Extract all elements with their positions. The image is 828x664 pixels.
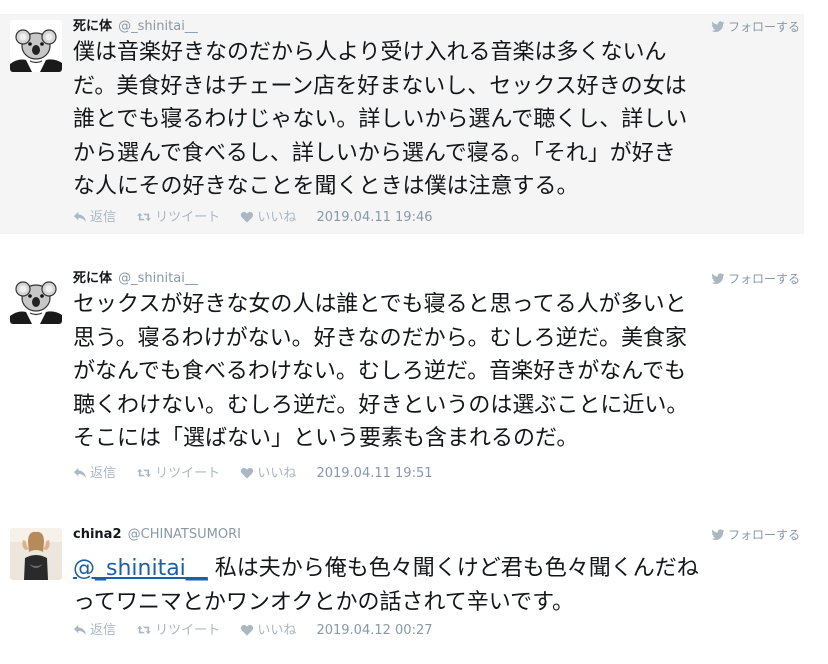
tweet-card: china2 @CHINATSUMORI フォローする @_shinitai__…: [0, 522, 804, 664]
tweet-timestamp[interactable]: 2019.04.11 19:46: [316, 209, 432, 227]
retweet-label: リツイート: [155, 210, 221, 225]
user-handle[interactable]: @CHINATSUMORI: [128, 527, 241, 542]
heart-icon: [240, 211, 254, 223]
avatar[interactable]: [10, 272, 62, 324]
twitter-bird-icon: [711, 529, 725, 541]
tweet-text: @_shinitai__ 私は夫から俺も色々聞くけど君も色々聞くんだね ってワニ…: [73, 552, 699, 619]
follow-button[interactable]: フォローする: [711, 526, 800, 544]
tweet-text-line: 思う。寝るわけがない。好きなのだから。むしろ逆だ。美食家: [73, 325, 688, 351]
reply-label: 返信: [90, 623, 117, 638]
user-name[interactable]: 死に体: [73, 271, 112, 286]
avatar[interactable]: [10, 528, 62, 580]
tweet-text-line: だ。美食好きはチェーン店を好まないし、セックス好きの女は: [73, 73, 687, 99]
retweet-label: リツイート: [155, 623, 221, 638]
tweet-actions: 返信 リツイート いいね 2019.04.11 19:51: [73, 465, 433, 483]
tweet-text-fragment: 私は夫から俺も色々聞くけど君も色々聞くんだね: [207, 556, 699, 581]
like-label: いいね: [257, 466, 297, 481]
like-button[interactable]: いいね: [240, 465, 296, 483]
tweet-header: china2 @CHINATSUMORI: [73, 526, 241, 544]
tweet-text: 僕は音楽好きなのだから人より受け入れる音楽は多くないん だ。美食好きはチェーン店…: [73, 36, 687, 204]
koala-avatar-icon: [10, 20, 62, 72]
tweet-header: 死に体 @_shinitai__: [73, 18, 198, 36]
heart-icon: [240, 624, 254, 636]
retweet-icon: [136, 624, 152, 636]
retweet-icon: [136, 211, 152, 223]
like-label: いいね: [257, 623, 297, 638]
reply-label: 返信: [90, 466, 117, 481]
retweet-icon: [136, 467, 152, 479]
like-button[interactable]: いいね: [240, 622, 296, 640]
like-label: いいね: [257, 210, 297, 225]
tweet-text-line: そこには「選ばない」という要素も含まれるのだ。: [73, 426, 579, 451]
tweet-card: 死に体 @_shinitai__ フォローする 僕は音楽好きなのだから人より受け…: [0, 14, 804, 234]
like-button[interactable]: いいね: [240, 209, 296, 227]
tweet-text-line: な人にその好きなことを聞くときは僕は注意する。: [73, 174, 579, 199]
tweet-text: セックスが好きな女の人は誰とでも寝ると思ってる人が多いと 思う。寝るわけがない。…: [73, 288, 688, 456]
reply-icon: [73, 211, 87, 223]
twitter-bird-icon: [711, 273, 725, 285]
reply-button[interactable]: 返信: [73, 622, 116, 640]
reply-label: 返信: [90, 210, 117, 225]
tweet-actions: 返信 リツイート いいね 2019.04.12 00:27: [73, 622, 433, 640]
follow-label: フォローする: [727, 528, 800, 542]
user-name[interactable]: 死に体: [73, 19, 112, 34]
tweet-text-line: から選んで食べるし、詳しいから選んで寝る。「それ」が好き: [73, 140, 676, 166]
follow-label: フォローする: [727, 272, 800, 286]
tweet-header: 死に体 @_shinitai__: [73, 270, 198, 288]
tweet-text-line: ってワニマとかワンオクとかの話されて辛いです。: [73, 589, 574, 615]
tweet-card: 死に体 @_shinitai__ フォローする セックスが好きな女の人は誰とでも…: [0, 266, 804, 490]
retweet-button[interactable]: リツイート: [136, 209, 220, 227]
user-name[interactable]: china2: [73, 527, 122, 542]
user-handle[interactable]: @_shinitai__: [118, 19, 198, 34]
koala-avatar-icon: [10, 272, 62, 324]
tweet-text-line: がなんでも食べるわけない。むしろ逆だ。音楽好きがなんでも: [73, 359, 687, 384]
follow-label: フォローする: [727, 20, 800, 34]
reply-icon: [73, 624, 87, 636]
follow-button[interactable]: フォローする: [711, 18, 800, 36]
avatar[interactable]: [10, 20, 62, 72]
user-handle[interactable]: @_shinitai__: [118, 271, 198, 286]
tweet-timestamp[interactable]: 2019.04.12 00:27: [316, 622, 432, 640]
tweet-text-line: @_shinitai__ 私は夫から俺も色々聞くけど君も色々聞くんだね: [73, 552, 699, 586]
tweet-text-line: 聴くわけない。むしろ逆だ。好きというのは選ぶことに近い。: [73, 392, 689, 418]
retweet-label: リツイート: [155, 466, 221, 481]
tweet-text-line: セックスが好きな女の人は誰とでも寝ると思ってる人が多いと: [73, 292, 687, 317]
reply-button[interactable]: 返信: [73, 465, 116, 483]
tweet-actions: 返信 リツイート いいね 2019.04.11 19:46: [73, 209, 433, 227]
twitter-bird-icon: [711, 21, 725, 33]
tweet-text-line: 誰とでも寝るわけじゃない。詳しいから選んで聴くし、詳しい: [73, 107, 688, 132]
mention-link[interactable]: @_shinitai__: [73, 556, 208, 581]
reply-button[interactable]: 返信: [73, 209, 116, 227]
retweet-button[interactable]: リツイート: [136, 465, 220, 483]
heart-icon: [240, 467, 254, 479]
retweet-button[interactable]: リツイート: [136, 622, 220, 640]
reply-icon: [73, 467, 87, 479]
tweet-text-line: 僕は音楽好きなのだから人より受け入れる音楽は多くないん: [73, 40, 667, 65]
follow-button[interactable]: フォローする: [711, 270, 800, 288]
user-photo-icon: [10, 528, 62, 580]
tweet-timestamp[interactable]: 2019.04.11 19:51: [316, 465, 432, 483]
